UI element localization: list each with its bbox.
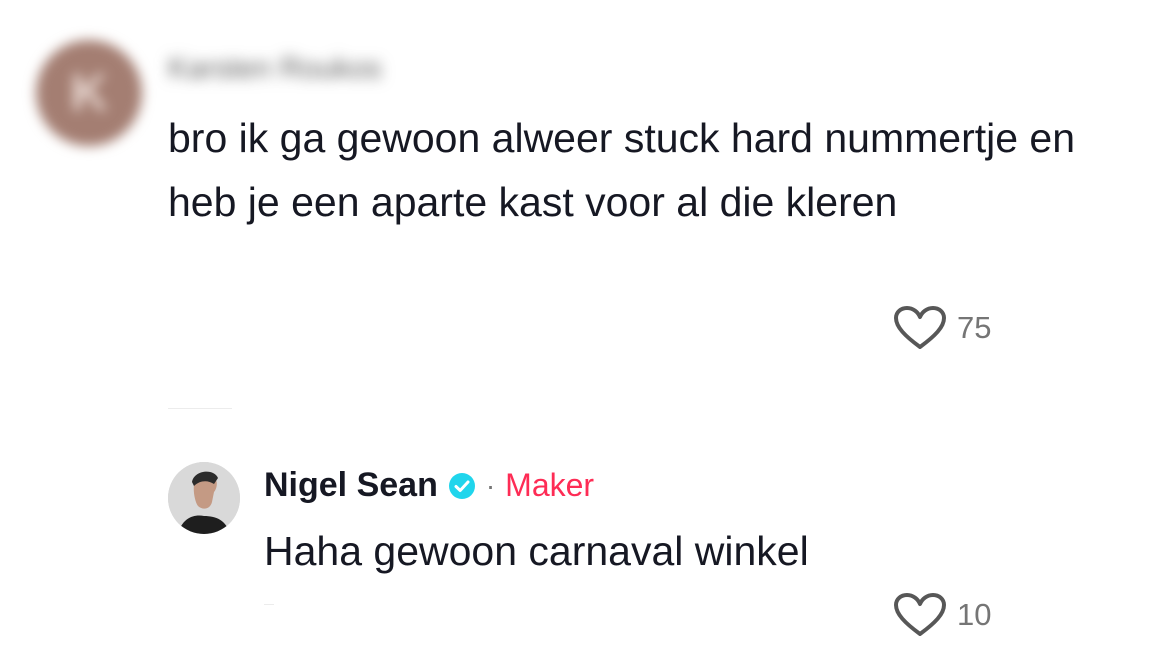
divider [264,604,274,605]
comment-text: bro ik ga gewoon alweer stuck hard numme… [168,115,1076,225]
maker-label: Maker [505,467,595,503]
commenter-username[interactable]: Karsten Roukos [168,52,381,86]
divider [168,408,232,409]
reply-like-button[interactable]: 10 [893,592,991,638]
avatar-letter: K [70,64,108,122]
replier-name[interactable]: Nigel Sean [264,466,438,505]
heart-outline-icon[interactable] [893,592,947,638]
heart-outline-icon[interactable] [893,305,947,351]
reply-text: Haha gewoon carnaval winkel [264,528,809,574]
verified-badge-icon [448,472,475,499]
commenter-avatar[interactable]: K [36,40,142,146]
like-count: 10 [957,597,992,632]
like-count: 75 [957,310,992,345]
replier-avatar[interactable] [168,462,240,534]
separator-dot: · [485,469,496,501]
comment-like-button[interactable]: 75 [893,305,991,351]
